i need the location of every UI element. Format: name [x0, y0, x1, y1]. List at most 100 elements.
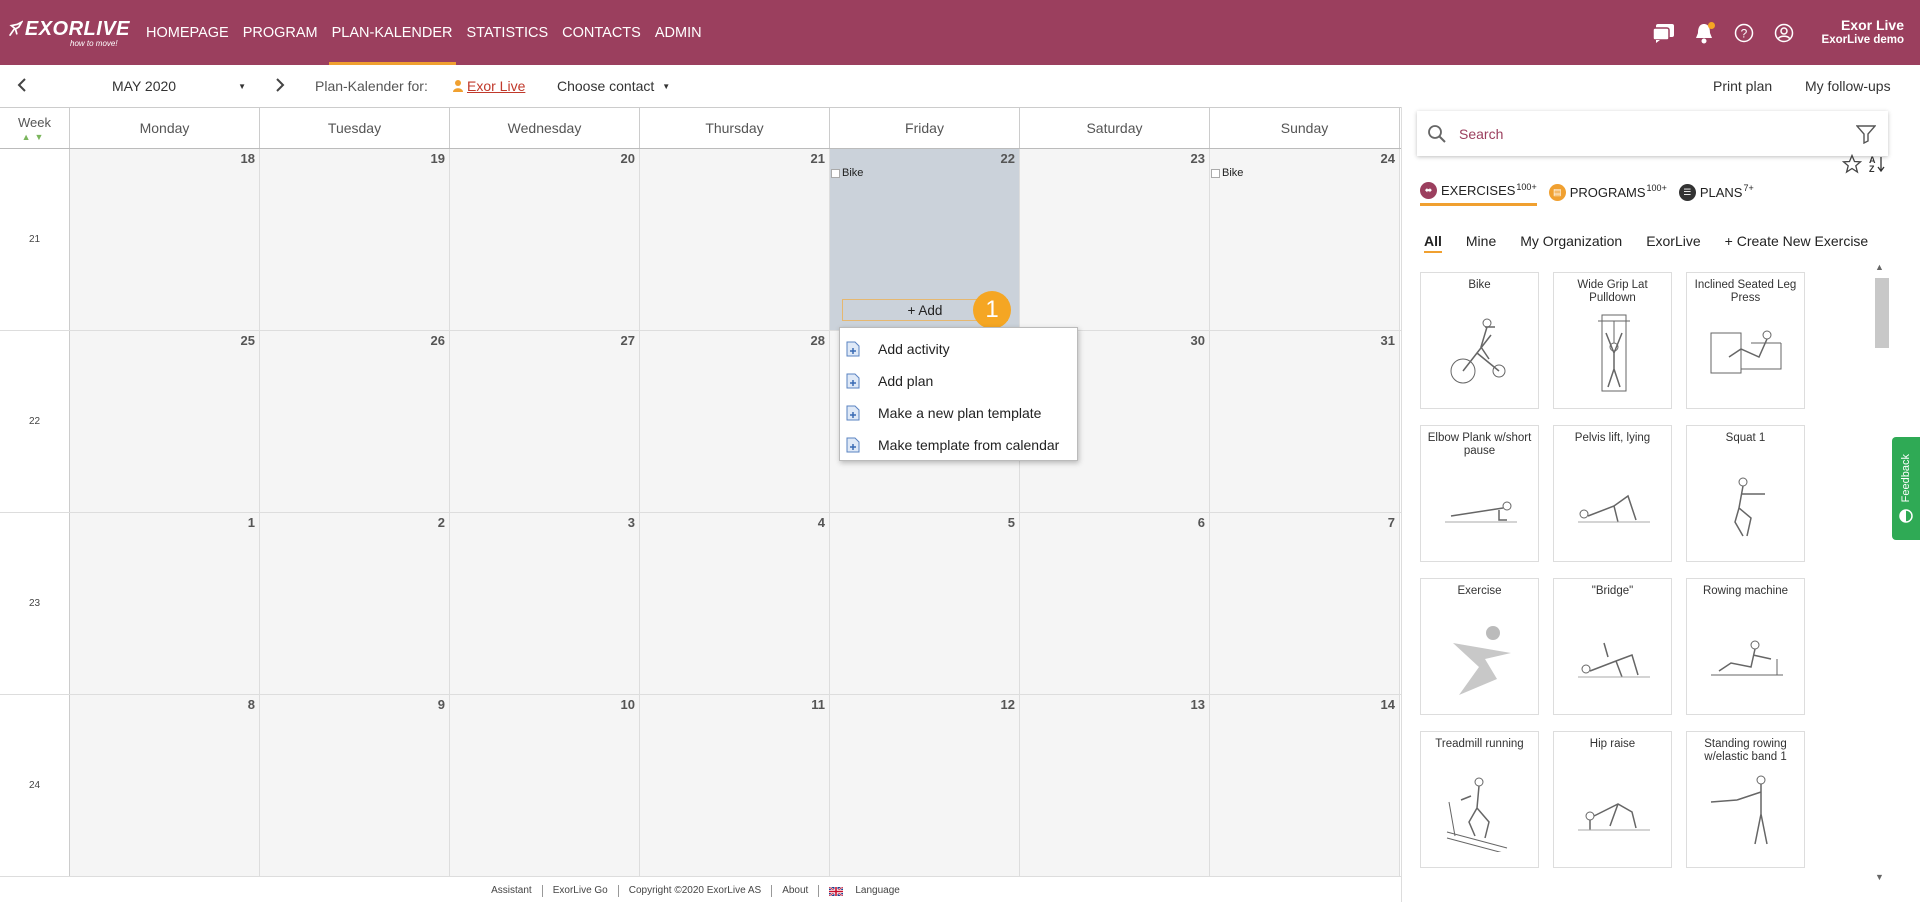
- nav-contacts[interactable]: CONTACTS: [555, 0, 648, 65]
- exorlive-logo[interactable]: EXORLIVE how to move!: [0, 0, 130, 65]
- filter-all[interactable]: All: [1424, 233, 1442, 253]
- exercise-card[interactable]: Bike: [1420, 272, 1539, 409]
- footer-assistant-link[interactable]: Assistant: [481, 885, 543, 897]
- tab-exercises[interactable]: ⬌ EXERCISES 100+: [1420, 182, 1537, 206]
- panel-scrollbar[interactable]: ▲ ▼: [1872, 262, 1889, 882]
- scroll-up-icon[interactable]: ▲: [1875, 262, 1884, 272]
- footer-exorlive-go-link[interactable]: ExorLive Go: [543, 885, 619, 897]
- tab-count: 100+: [1646, 183, 1667, 193]
- day-cell[interactable]: 27: [450, 331, 640, 512]
- sort-az-icon[interactable]: AZ: [1868, 154, 1886, 174]
- tab-plans[interactable]: ☰ PLANS 7+: [1678, 182, 1754, 206]
- user-menu[interactable]: Exor Live ExorLive demo: [1822, 17, 1904, 48]
- user-icon[interactable]: [1772, 21, 1796, 45]
- week-number: 24: [0, 695, 70, 876]
- bell-icon[interactable]: [1692, 21, 1716, 45]
- event-checkbox[interactable]: [831, 168, 840, 178]
- print-plan-button[interactable]: Print plan: [1713, 65, 1772, 107]
- day-cell[interactable]: 11: [640, 695, 830, 876]
- menu-new-plan-template[interactable]: Make a new plan template: [840, 397, 1077, 429]
- day-cell[interactable]: 6: [1020, 513, 1210, 694]
- nav-program[interactable]: PROGRAM: [236, 0, 325, 65]
- menu-add-activity[interactable]: Add activity: [840, 333, 1077, 365]
- exercise-card[interactable]: Inclined Seated Leg Press: [1686, 272, 1805, 409]
- runner-logo-icon: [9, 20, 23, 36]
- tab-programs[interactable]: ▤ PROGRAMS 100+: [1548, 182, 1667, 206]
- scroll-down-icon[interactable]: ▼: [1875, 872, 1884, 882]
- day-cell[interactable]: 18: [70, 149, 260, 330]
- day-cell[interactable]: 19: [260, 149, 450, 330]
- day-cell[interactable]: 4: [640, 513, 830, 694]
- day-cell[interactable]: 2: [260, 513, 450, 694]
- nav-homepage[interactable]: HOMEPAGE: [139, 0, 236, 65]
- day-header: Tuesday: [260, 108, 450, 148]
- day-cell[interactable]: 1: [70, 513, 260, 694]
- search-placeholder: Search: [1459, 125, 1504, 142]
- day-cell[interactable]: 5: [830, 513, 1020, 694]
- feedback-tab[interactable]: Feedback: [1892, 437, 1920, 540]
- star-icon[interactable]: [1842, 154, 1862, 174]
- help-icon[interactable]: ?: [1732, 21, 1756, 45]
- exercise-card[interactable]: "Bridge": [1553, 578, 1672, 715]
- menu-template-from-calendar[interactable]: Make template from calendar: [840, 429, 1077, 461]
- day-cell[interactable]: 24 Bike: [1210, 149, 1400, 330]
- week-toggle-arrows-icon[interactable]: ▲▼: [22, 132, 48, 142]
- day-cell[interactable]: 7: [1210, 513, 1400, 694]
- exercise-card[interactable]: Rowing machine: [1686, 578, 1805, 715]
- day-cell[interactable]: 10: [450, 695, 640, 876]
- exercise-card[interactable]: Hip raise: [1553, 731, 1672, 868]
- day-cell[interactable]: 28: [640, 331, 830, 512]
- month-calendar: Week ▲▼ Monday Tuesday Wednesday Thursda…: [0, 107, 1401, 878]
- exercise-card[interactable]: Standing rowing w/elastic band 1: [1686, 731, 1805, 868]
- day-cell[interactable]: 14: [1210, 695, 1400, 876]
- event-checkbox[interactable]: [1211, 168, 1220, 178]
- menu-item-label: Make a new plan template: [878, 405, 1042, 421]
- user-name: Exor Live: [1840, 17, 1904, 34]
- calendar-event[interactable]: Bike: [831, 167, 863, 179]
- day-cell[interactable]: 20: [450, 149, 640, 330]
- choose-contact-dropdown[interactable]: Choose contact ▼: [557, 65, 670, 107]
- day-cell[interactable]: 9: [260, 695, 450, 876]
- my-follow-ups-button[interactable]: My follow-ups: [1805, 65, 1891, 107]
- nav-plan-kalender[interactable]: PLAN-KALENDER: [325, 0, 460, 65]
- filter-icon[interactable]: [1856, 124, 1876, 144]
- exercise-card[interactable]: Squat 1: [1686, 425, 1805, 562]
- chat-icon[interactable]: [1651, 21, 1676, 45]
- day-cell[interactable]: 31: [1210, 331, 1400, 512]
- day-cell[interactable]: 3: [450, 513, 640, 694]
- footer-language-link[interactable]: Language: [819, 885, 920, 897]
- exercise-card[interactable]: Wide Grip Lat Pulldown: [1553, 272, 1672, 409]
- exercise-card[interactable]: Exercise: [1420, 578, 1539, 715]
- menu-add-plan[interactable]: Add plan: [840, 365, 1077, 397]
- day-cell[interactable]: 25: [70, 331, 260, 512]
- scroll-thumb[interactable]: [1875, 278, 1889, 348]
- day-cell[interactable]: 26: [260, 331, 450, 512]
- day-cell[interactable]: 12: [830, 695, 1020, 876]
- nav-admin[interactable]: ADMIN: [648, 0, 709, 65]
- plan-for-user-link[interactable]: Exor Live: [452, 65, 525, 107]
- exercise-card[interactable]: Elbow Plank w/short pause: [1420, 425, 1539, 562]
- exercise-title: Elbow Plank w/short pause: [1427, 432, 1532, 458]
- exercise-card[interactable]: Treadmill running: [1420, 731, 1539, 868]
- filter-my-organization[interactable]: My Organization: [1520, 233, 1622, 253]
- exercise-panel: Search AZ ⬌ EXERCISES 100+ ▤ PROGRAMS 10…: [1401, 107, 1920, 902]
- day-header: Thursday: [640, 108, 830, 148]
- create-new-exercise-button[interactable]: + Create New Exercise: [1725, 233, 1869, 253]
- day-cell[interactable]: 13: [1020, 695, 1210, 876]
- day-cell[interactable]: 23: [1020, 149, 1210, 330]
- day-cell[interactable]: 21: [640, 149, 830, 330]
- bridge-image: [1578, 642, 1650, 678]
- nav-statistics[interactable]: STATISTICS: [460, 0, 556, 65]
- prev-month-button[interactable]: [14, 75, 30, 98]
- exercise-card[interactable]: Pelvis lift, lying: [1553, 425, 1672, 562]
- filter-mine[interactable]: Mine: [1466, 233, 1496, 253]
- footer-about-link[interactable]: About: [772, 885, 820, 897]
- event-label: Bike: [842, 167, 864, 179]
- calendar-event[interactable]: Bike: [1211, 167, 1243, 179]
- filter-exorlive[interactable]: ExorLive: [1646, 233, 1700, 253]
- day-number: 20: [620, 151, 635, 166]
- day-cell[interactable]: 8: [70, 695, 260, 876]
- search-input[interactable]: Search: [1417, 111, 1888, 156]
- next-month-button[interactable]: [272, 75, 288, 98]
- month-select[interactable]: MAY 2020 ▼: [112, 65, 246, 107]
